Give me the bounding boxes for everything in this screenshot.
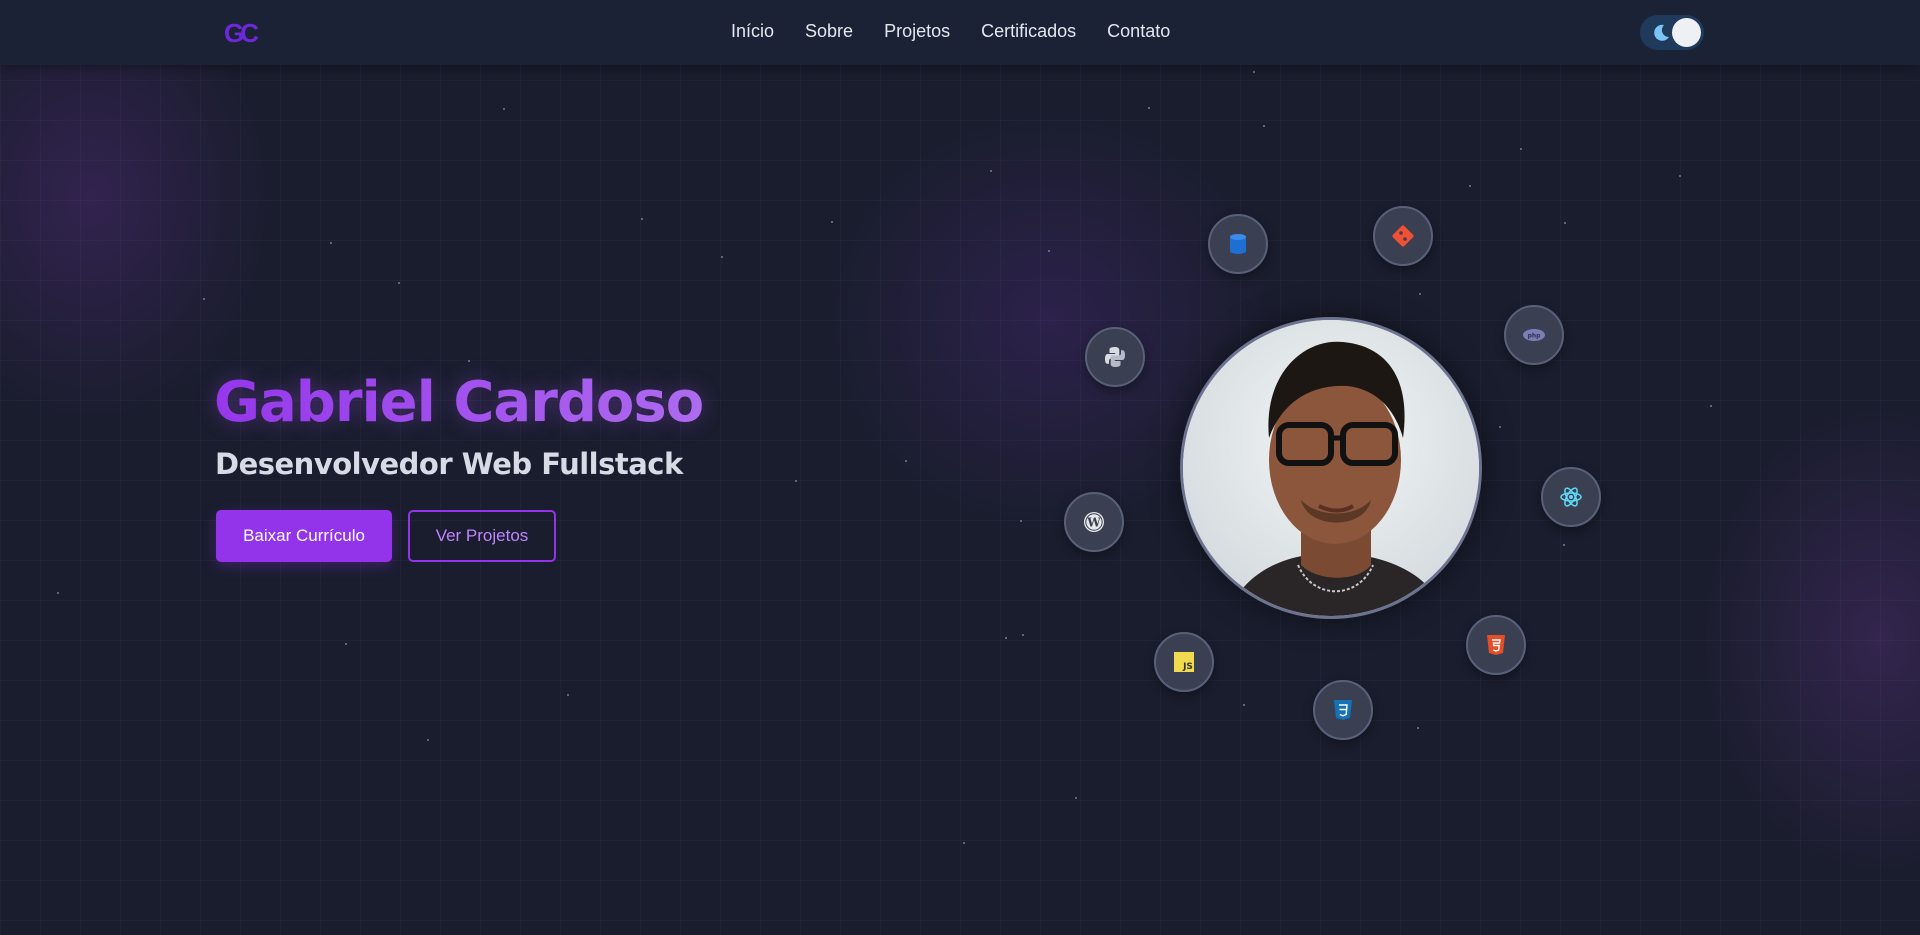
star [1075, 797, 1077, 799]
hero-role: Desenvolvedor Web Fullstack [215, 447, 683, 481]
toggle-knob [1672, 18, 1701, 47]
wordpress-orb: W [1064, 492, 1124, 552]
theme-toggle[interactable] [1640, 15, 1704, 50]
star [1005, 637, 1007, 639]
star [1263, 125, 1265, 127]
database-icon [1230, 234, 1246, 254]
nav-link-sobre[interactable]: Sobre [805, 21, 853, 42]
star [567, 694, 569, 696]
html5-orb [1466, 615, 1526, 675]
logo[interactable]: GC [224, 18, 259, 49]
star [1253, 71, 1255, 73]
profile-photo [1183, 320, 1479, 616]
nav-link-projetos[interactable]: Projetos [884, 21, 950, 42]
star [905, 460, 907, 462]
star [1148, 107, 1150, 109]
php-icon: php [1523, 329, 1545, 341]
git-icon [1392, 225, 1414, 247]
star [1469, 185, 1471, 187]
svg-text:W: W [1086, 516, 1101, 530]
php-orb: php [1504, 305, 1564, 365]
navbar: GC Início Sobre Projetos Certificados Co… [0, 0, 1920, 65]
star [57, 592, 59, 594]
hero-name: Gabriel Cardoso [214, 370, 704, 435]
star [503, 108, 505, 110]
star [721, 256, 723, 258]
nav-link-contato[interactable]: Contato [1107, 21, 1170, 42]
page: GC Início Sobre Projetos Certificados Co… [0, 0, 1920, 935]
nav-link-certificados[interactable]: Certificados [981, 21, 1076, 42]
star [1564, 222, 1566, 224]
css3-orb [1313, 680, 1373, 740]
star [1563, 544, 1565, 546]
star [1022, 634, 1024, 636]
python-orb [1085, 327, 1145, 387]
star [427, 739, 429, 741]
star [1048, 250, 1050, 252]
react-icon [1560, 487, 1582, 507]
star [1520, 148, 1522, 150]
javascript-icon: JS [1174, 652, 1194, 672]
css3-icon [1334, 700, 1352, 720]
main-nav: Início Sobre Projetos Certificados Conta… [731, 21, 1170, 42]
star [963, 842, 965, 844]
star [641, 218, 643, 220]
star [1679, 175, 1681, 177]
view-projects-button[interactable]: Ver Projetos [408, 510, 556, 562]
moon-icon [1654, 24, 1669, 41]
star [795, 480, 797, 482]
star [831, 221, 833, 223]
star [1243, 704, 1245, 706]
wordpress-icon: W [1084, 512, 1104, 532]
star [1419, 293, 1421, 295]
star [1020, 520, 1022, 522]
star [1710, 405, 1712, 407]
svg-text:php: php [1528, 333, 1542, 340]
svg-text:JS: JS [1182, 662, 1193, 672]
star [345, 643, 347, 645]
nav-link-inicio[interactable]: Início [731, 21, 774, 42]
star [990, 170, 992, 172]
python-icon [1105, 347, 1125, 367]
star [468, 360, 470, 362]
star [1499, 426, 1501, 428]
download-cv-button[interactable]: Baixar Currículo [216, 510, 392, 562]
html5-icon [1487, 635, 1505, 655]
javascript-orb: JS [1154, 632, 1214, 692]
avatar [1180, 317, 1482, 619]
star [203, 298, 205, 300]
react-orb [1541, 467, 1601, 527]
git-orb [1373, 206, 1433, 266]
star [330, 242, 332, 244]
database-orb [1208, 214, 1268, 274]
star [398, 282, 400, 284]
star [1417, 727, 1419, 729]
